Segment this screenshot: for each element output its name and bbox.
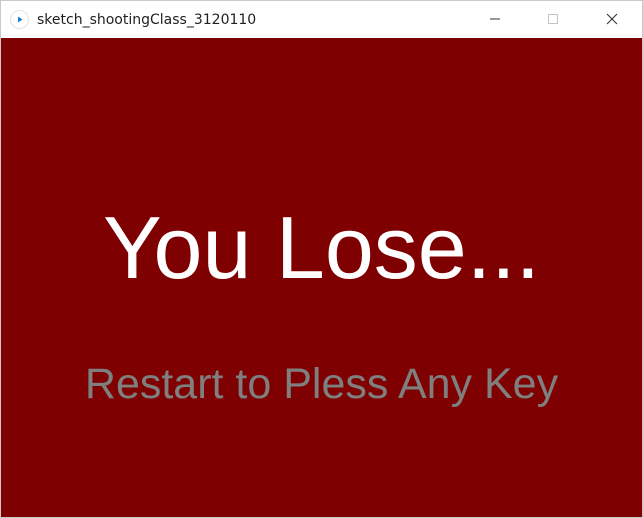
window-title: sketch_shootingClass_3120110 bbox=[37, 12, 257, 28]
close-button[interactable] bbox=[589, 1, 635, 38]
app-window: sketch_shootingClass_3120110 You Lose...… bbox=[0, 0, 643, 518]
title-bar[interactable]: sketch_shootingClass_3120110 bbox=[1, 1, 642, 38]
maximize-icon bbox=[548, 14, 558, 24]
minimize-icon bbox=[490, 18, 500, 20]
restart-prompt: Restart to Pless Any Key bbox=[84, 360, 559, 408]
sketch-canvas[interactable]: You Lose... Restart to Pless Any Key bbox=[1, 38, 642, 517]
maximize-button[interactable] bbox=[530, 1, 576, 38]
minimize-button[interactable] bbox=[472, 1, 518, 38]
processing-play-icon bbox=[11, 11, 28, 28]
lose-message: You Lose... bbox=[102, 198, 541, 297]
close-icon bbox=[606, 13, 618, 25]
